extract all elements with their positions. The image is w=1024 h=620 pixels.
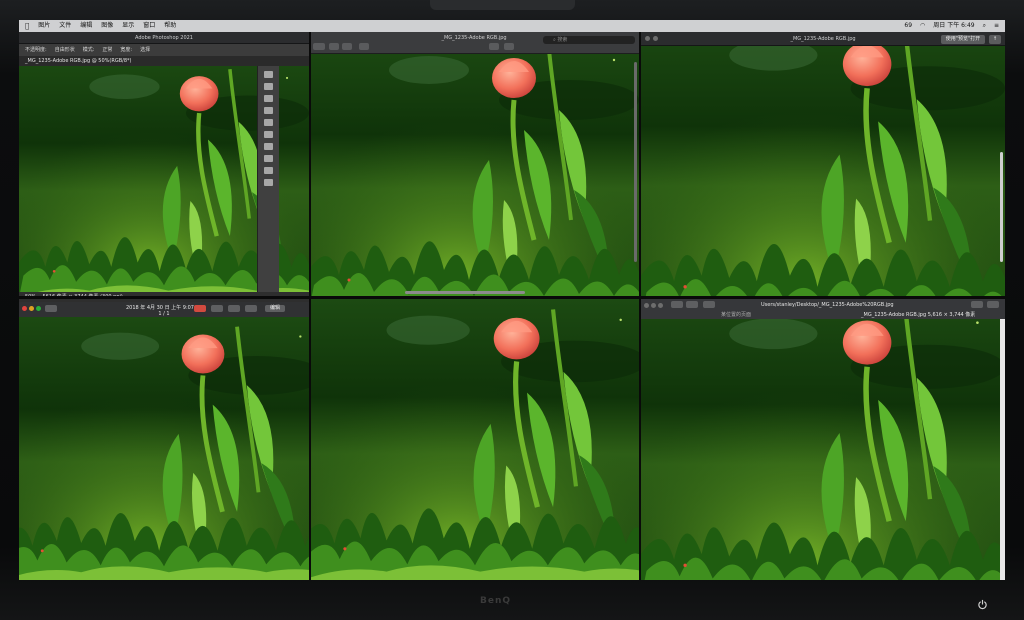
markup-button[interactable] — [489, 43, 499, 50]
options-bar: 不透明度: 自由形状 模式: 正常 宽度: 选择 — [19, 44, 309, 56]
photoshop-titlebar: Adobe Photoshop 2021 — [19, 32, 309, 44]
horizontal-scrollbar[interactable] — [405, 291, 525, 294]
option-mode-label: 模式: — [82, 47, 95, 53]
menu-item-file[interactable]: 文件 — [59, 20, 71, 32]
control-center-icon[interactable]: ≡ — [994, 20, 999, 32]
viewer-window-bottom-middle — [311, 299, 639, 580]
option-width[interactable]: 宽度: — [120, 44, 132, 56]
browser-toolbar: Users/stanley/Desktop/_MG_1235-Adobe%20R… — [641, 299, 1005, 319]
tab-active[interactable]: _MG_1235-Adobe RGB.jpg 5,616 × 3,744 像素 — [861, 311, 981, 319]
photo-canvas — [641, 319, 1005, 580]
clock[interactable]: 周日 下午 6:49 — [933, 20, 974, 32]
new-tab-icon[interactable] — [987, 301, 999, 308]
forward-button[interactable] — [686, 301, 698, 308]
zoom-in-button[interactable] — [342, 43, 352, 50]
gradient-tool-icon[interactable] — [264, 155, 273, 162]
pane-divider — [639, 32, 641, 580]
monitor-top-hinge — [430, 0, 575, 10]
eraser-tool-icon[interactable] — [264, 143, 273, 150]
viewer-window-top-middle: _MG_1235-Adobe RGB.jpg ⌕ 搜索 — [309, 32, 639, 296]
quicklook-title: _MG_1235-Adobe RGB.jpg — [790, 36, 856, 42]
marquee-tool-icon[interactable] — [264, 83, 273, 90]
brush-tool-icon[interactable] — [264, 131, 273, 138]
fullscreen-icon[interactable] — [653, 36, 658, 41]
screen:  图片 文件 编辑 图像 显示 窗口 帮助 69 ◠ 周日 下午 6:49 ⌕… — [19, 20, 1005, 580]
pane-divider — [19, 296, 1005, 299]
document-tab[interactable]: _MG_1235-Adobe RGB.jpg @ 50%(RGB/8*) — [19, 56, 309, 66]
battery-indicator[interactable]: 69 — [904, 20, 912, 32]
menu-item-help[interactable]: 帮助 — [164, 20, 176, 32]
tab-inactive[interactable]: 某位置的页面 — [721, 311, 811, 319]
crop-tool-icon[interactable] — [264, 107, 273, 114]
menu-item-photos[interactable]: 图片 — [38, 20, 50, 32]
monitor-brand-logo: BenQ — [480, 596, 512, 606]
status-area: 69 ◠ 周日 下午 6:49 ⌕ ≡ — [904, 20, 999, 32]
quicklook-window-top-right: _MG_1235-Adobe RGB.jpg 使用"预览"打开 ↑ — [641, 32, 1005, 296]
option-select[interactable]: 选择 — [140, 44, 150, 56]
search-icon: ⌕ — [553, 37, 556, 43]
photo-canvas — [641, 46, 1005, 296]
rotate-icon[interactable] — [228, 305, 240, 312]
menu-item-view[interactable]: 显示 — [122, 20, 134, 32]
hand-tool-icon[interactable] — [264, 179, 273, 186]
zoom-out-button[interactable] — [329, 43, 339, 50]
lasso-tool-icon[interactable] — [264, 95, 273, 102]
back-button[interactable] — [671, 301, 683, 308]
type-tool-icon[interactable] — [264, 167, 273, 174]
photo-canvas — [311, 299, 639, 580]
tools-panel — [257, 66, 279, 292]
apple-icon[interactable]:  — [25, 20, 29, 32]
quicklook-titlebar: _MG_1235-Adobe RGB.jpg 使用"预览"打开 ↑ — [641, 32, 1005, 46]
search-field[interactable]: ⌕ 搜索 — [543, 36, 635, 44]
viewer-window-bottom-left: 2018 年 4月 30 日 上午 9:07:00 1 / 1 编辑 — [19, 302, 309, 580]
close-icon[interactable] — [644, 303, 649, 308]
pane-divider — [309, 32, 311, 580]
sidebar-button[interactable] — [703, 301, 715, 308]
option-shape[interactable]: 自由形状 — [55, 44, 75, 56]
move-tool-icon[interactable] — [264, 71, 273, 78]
vertical-scrollbar[interactable] — [634, 62, 637, 262]
menu-item-image[interactable]: 图像 — [101, 20, 113, 32]
monitor-bezel:  图片 文件 编辑 图像 显示 窗口 帮助 69 ◠ 周日 下午 6:49 ⌕… — [0, 0, 1024, 620]
address-bar[interactable]: Users/stanley/Desktop/_MG_1235-Adobe%20R… — [761, 301, 901, 309]
share-icon[interactable] — [971, 301, 983, 308]
viewer-toolbar: _MG_1235-Adobe RGB.jpg ⌕ 搜索 — [309, 32, 639, 54]
app-title: Adobe Photoshop 2021 — [135, 35, 193, 41]
photo-canvas — [309, 54, 639, 296]
share-button[interactable] — [359, 43, 369, 50]
vertical-scrollbar[interactable] — [1000, 152, 1003, 262]
eyedropper-tool-icon[interactable] — [264, 119, 273, 126]
search-icon[interactable]: ⌕ — [983, 20, 986, 32]
info-button[interactable] — [194, 305, 206, 312]
zoom-icon[interactable] — [658, 303, 663, 308]
enhance-icon[interactable] — [245, 305, 257, 312]
edit-button-label: 编辑 — [269, 305, 280, 311]
edit-button[interactable]: 编辑 — [265, 305, 285, 312]
photoshop-window: Adobe Photoshop 2021 不透明度: 自由形状 模式: 正常 宽… — [19, 32, 309, 302]
heart-icon[interactable] — [211, 305, 223, 312]
menu-item-window[interactable]: 窗口 — [143, 20, 155, 32]
menu-item-edit[interactable]: 编辑 — [80, 20, 92, 32]
vertical-scrollbar[interactable] — [1000, 319, 1005, 580]
photo-canvas — [19, 317, 309, 580]
wifi-icon[interactable]: ◠ — [920, 20, 925, 32]
close-icon[interactable] — [645, 36, 650, 41]
option-opacity[interactable]: 不透明度: — [25, 44, 47, 56]
option-mode[interactable]: 正常 — [102, 44, 112, 56]
power-icon[interactable] — [977, 599, 988, 610]
open-with-preview-button[interactable]: 使用"预览"打开 — [941, 35, 985, 44]
viewer-toolbar: 2018 年 4月 30 日 上午 9:07:00 1 / 1 编辑 — [19, 302, 309, 317]
share-icon[interactable]: ↑ — [989, 35, 1001, 44]
browser-window-bottom-right: Users/stanley/Desktop/_MG_1235-Adobe%20R… — [641, 299, 1005, 580]
rotate-button[interactable] — [504, 43, 514, 50]
sidebar-toggle-button[interactable] — [313, 43, 325, 50]
menu-bar:  图片 文件 编辑 图像 显示 窗口 帮助 69 ◠ 周日 下午 6:49 ⌕… — [19, 20, 1005, 32]
minimize-icon[interactable] — [651, 303, 656, 308]
search-placeholder: 搜索 — [557, 37, 568, 43]
